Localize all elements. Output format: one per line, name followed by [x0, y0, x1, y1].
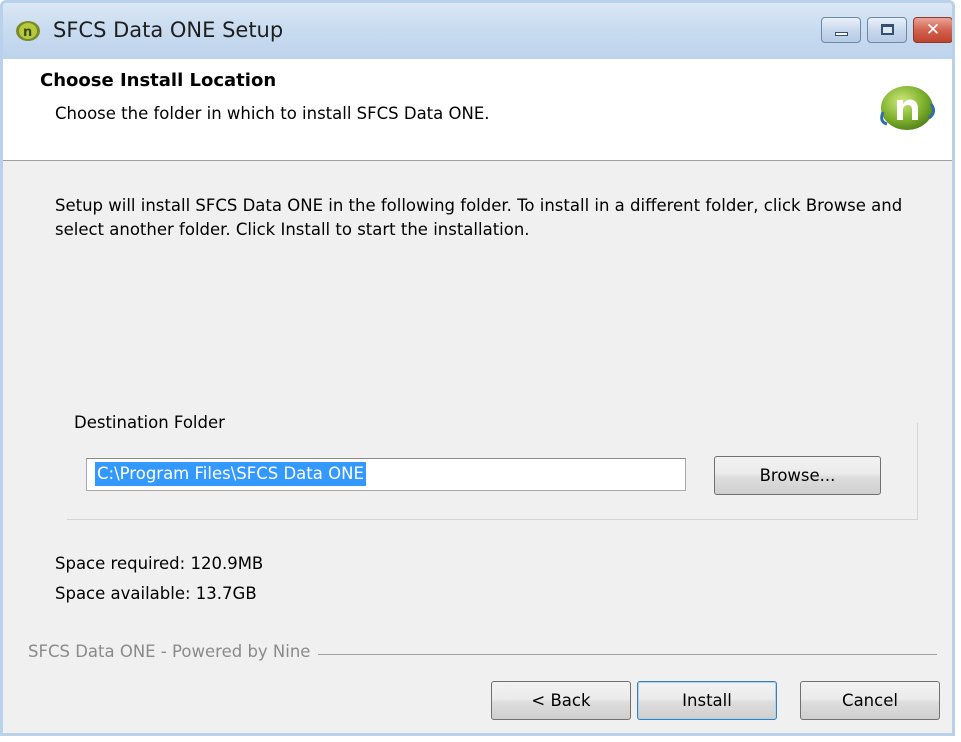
minimize-button[interactable]	[821, 17, 861, 43]
close-icon: ✕	[925, 20, 941, 40]
title-bar[interactable]: n SFCS Data ONE Setup ✕	[3, 3, 952, 60]
destination-path-value: C:\Program Files\SFCS Data ONE	[95, 462, 366, 486]
branding-text: SFCS Data ONE - Powered by Nine	[28, 642, 319, 661]
header-panel: Choose Install Location Choose the folde…	[3, 59, 952, 161]
maximize-icon	[881, 24, 894, 35]
window-title: SFCS Data ONE Setup	[53, 18, 284, 42]
svg-text:n: n	[23, 25, 32, 40]
install-button[interactable]: Install	[637, 681, 777, 720]
destination-folder-label: Destination Folder	[74, 413, 229, 432]
space-available: Space available: 13.7GB	[55, 584, 257, 603]
n-logo-icon	[880, 86, 936, 130]
page-title: Choose Install Location	[40, 70, 277, 91]
minimize-icon	[835, 32, 848, 36]
install-instructions: Setup will install SFCS Data ONE in the …	[55, 196, 903, 239]
installer-window: n SFCS Data ONE Setup ✕ Choose Install L…	[0, 0, 955, 736]
destination-path-input[interactable]: C:\Program Files\SFCS Data ONE	[86, 458, 686, 491]
maximize-button[interactable]	[867, 17, 907, 43]
back-button[interactable]: < Back	[491, 681, 631, 720]
space-required: Space required: 120.9MB	[55, 554, 264, 573]
destination-folder-group: Destination Folder C:\Program Files\SFCS…	[67, 413, 918, 520]
cancel-button[interactable]: Cancel	[800, 681, 940, 720]
page-subtitle: Choose the folder in which to install SF…	[55, 104, 490, 123]
app-icon: n	[16, 21, 40, 41]
browse-button[interactable]: Browse...	[714, 456, 881, 495]
close-button[interactable]: ✕	[913, 17, 952, 43]
